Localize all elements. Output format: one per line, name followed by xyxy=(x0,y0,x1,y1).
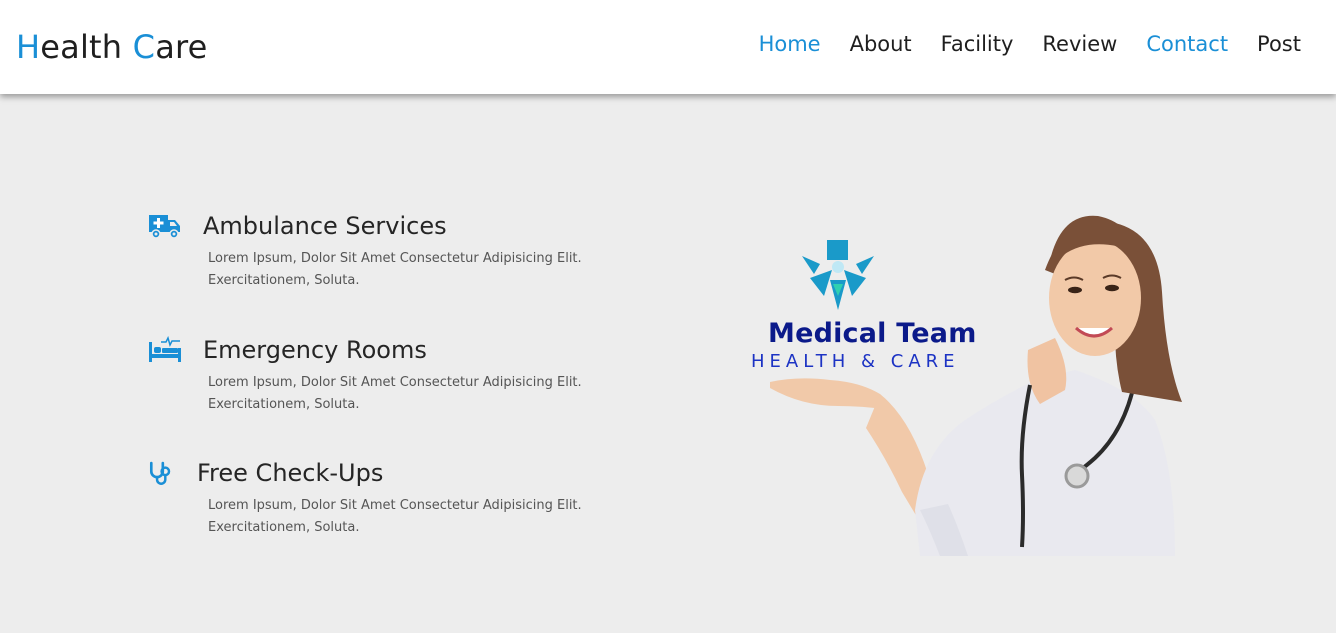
nav-about[interactable]: About xyxy=(850,32,912,56)
service-description-line: Exercitationem, Soluta. xyxy=(208,520,360,535)
nav-review[interactable]: Review xyxy=(1042,32,1117,56)
service-description-line: Exercitationem, Soluta. xyxy=(208,397,360,412)
service-description: Lorem Ipsum, Dolor Sit Amet Consectetur … xyxy=(208,372,588,416)
logo-text-part1: ealth xyxy=(40,28,133,66)
service-description-line: Exercitationem, Soluta. xyxy=(208,273,360,288)
service-description-line: Lorem Ipsum, Dolor Sit Amet Consectetur … xyxy=(208,498,582,513)
service-description-line: Lorem Ipsum, Dolor Sit Amet Consectetur … xyxy=(208,251,582,266)
nav-post[interactable]: Post xyxy=(1257,32,1301,56)
service-description: Lorem Ipsum, Dolor Sit Amet Consectetur … xyxy=(208,495,588,539)
hospital-bed-icon xyxy=(149,336,181,362)
service-ambulance: Ambulance Services Lorem Ipsum, Dolor Si… xyxy=(148,212,608,302)
site-header: Health Care Home About Facility Review C… xyxy=(0,0,1336,94)
service-title: Ambulance Services xyxy=(203,212,447,240)
hero-brand-title: Medical Team xyxy=(768,318,977,349)
service-description: Lorem Ipsum, Dolor Sit Amet Consectetur … xyxy=(208,248,588,292)
logo-text-part2: are xyxy=(155,28,208,66)
nav-home[interactable]: Home xyxy=(759,32,821,56)
site-logo[interactable]: Health Care xyxy=(16,28,208,66)
doctor-illustration xyxy=(770,215,1182,556)
service-description-line: Lorem Ipsum, Dolor Sit Amet Consectetur … xyxy=(208,375,582,390)
logo-letter-c: C xyxy=(132,28,156,66)
ambulance-icon xyxy=(149,215,180,239)
stethoscope-icon xyxy=(149,461,171,485)
medical-logo-icon xyxy=(802,240,874,310)
service-title: Emergency Rooms xyxy=(203,336,427,364)
nav-facility[interactable]: Facility xyxy=(941,32,1014,56)
service-title: Free Check-Ups xyxy=(197,459,384,487)
hero-brand-subtitle: HEALTH & CARE xyxy=(751,351,960,372)
logo-letter-h: H xyxy=(16,28,41,66)
main-nav: Home About Facility Review Contact Post xyxy=(759,32,1301,56)
nav-contact[interactable]: Contact xyxy=(1146,32,1228,56)
service-emergency-rooms: Emergency Rooms Lorem Ipsum, Dolor Sit A… xyxy=(148,336,608,426)
service-free-checkups: Free Check-Ups Lorem Ipsum, Dolor Sit Am… xyxy=(148,459,608,549)
hero-image: Medical Team HEALTH & CARE xyxy=(740,210,1220,560)
